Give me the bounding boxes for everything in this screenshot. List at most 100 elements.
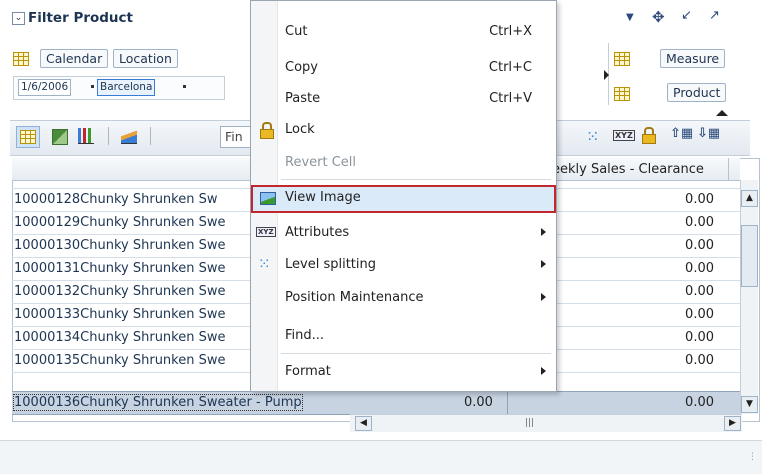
row-value: 0.00 — [685, 395, 714, 410]
maximize-icon[interactable]: ↗ — [709, 8, 720, 23]
grid-icon — [20, 130, 36, 144]
menu-item-lock[interactable]: Lock — [251, 119, 556, 143]
chip-separator — [183, 85, 186, 88]
menu-item-label: Copy — [285, 60, 318, 75]
menu-item-revert-cell: Revert Cell — [251, 152, 556, 176]
submenu-arrow-icon — [541, 260, 546, 268]
collapse-icon[interactable]: ⌄ — [12, 12, 25, 25]
menu-item-label: Paste — [285, 91, 321, 106]
bar-chart-icon[interactable] — [78, 128, 94, 144]
row-label: 10000133Chunky Shrunken Swe — [14, 307, 226, 322]
row-label: 10000130Chunky Shrunken Swe — [14, 238, 226, 253]
row-label: 10000128Chunky Shrunken Sw — [14, 192, 218, 207]
menu-item-label: Format — [285, 364, 331, 379]
measure-button[interactable]: Measure — [660, 49, 726, 68]
row-value: 0.00 — [685, 353, 714, 368]
level-splitting-icon: ⁙ — [258, 255, 271, 273]
menu-item-paste[interactable]: Paste Ctrl+V — [251, 88, 556, 112]
row-value: 0.00 — [464, 395, 493, 410]
row-value: 0.00 — [685, 261, 714, 276]
menu-item-shortcut: Ctrl+V — [489, 91, 532, 106]
row-label: 10000131Chunky Shrunken Swe — [14, 261, 226, 276]
grid-icon — [614, 52, 630, 66]
level-splitting-icon[interactable]: ⁙ — [586, 127, 599, 146]
scroll-up-button[interactable]: ▲ — [741, 190, 758, 207]
calendar-button[interactable]: Calendar — [40, 49, 109, 68]
submenu-arrow-icon — [541, 293, 546, 301]
column-divider — [728, 158, 729, 180]
menu-item-shortcut: Ctrl+X — [489, 24, 532, 39]
resize-grip-icon[interactable]: ⋮ — [748, 452, 757, 462]
area-chart-icon[interactable] — [121, 128, 137, 144]
attributes-icon[interactable]: XYZ — [613, 130, 635, 141]
menu-separator — [281, 353, 551, 354]
find-placeholder: Fin — [225, 129, 243, 144]
location-chip[interactable]: Barcelona — [97, 79, 156, 96]
row-value: 0.00 — [685, 238, 714, 253]
column-header[interactable]: eekly Sales - Clearance — [552, 162, 704, 177]
chip-separator — [91, 85, 94, 88]
attributes-icon: XYZ — [256, 227, 276, 237]
expand-arrow-icon[interactable] — [604, 70, 609, 80]
move-icon[interactable]: ✥ — [652, 8, 665, 26]
scroll-right-button[interactable]: ▶ — [724, 416, 741, 431]
filter-panel-title: Filter Product — [28, 10, 134, 26]
menu-item-copy[interactable]: Copy Ctrl+C — [251, 57, 556, 81]
menu-item-attributes[interactable]: XYZ Attributes — [251, 222, 556, 246]
submenu-arrow-icon — [541, 228, 546, 236]
row-value: 0.00 — [685, 192, 714, 207]
row-value: 0.00 — [685, 307, 714, 322]
vertical-scrollbar[interactable] — [740, 180, 758, 414]
menu-item-view-image[interactable]: View Image — [251, 185, 556, 213]
scroll-thumb[interactable] — [741, 225, 758, 287]
menu-item-cut[interactable]: Cut Ctrl+X — [251, 21, 556, 45]
cell-divider — [507, 392, 508, 414]
row-label: 10000134Chunky Shrunken Swe — [14, 330, 226, 345]
menu-item-label: Level splitting — [285, 257, 376, 272]
context-menu: Cut Ctrl+X Copy Ctrl+C Paste Ctrl+V Lock… — [250, 0, 557, 392]
image-icon — [260, 192, 276, 205]
dropdown-arrow-icon[interactable]: ▼ — [626, 12, 634, 23]
grid-view-icon[interactable] — [16, 126, 40, 148]
row-label: 10000135Chunky Shrunken Swe — [14, 353, 226, 368]
menu-item-label: Attributes — [285, 225, 350, 240]
scroll-down-button[interactable]: ▼ — [741, 396, 758, 413]
sort-ascending-icon[interactable]: ⇧▦ — [670, 126, 693, 141]
horizontal-scrollbar[interactable] — [350, 414, 742, 432]
lock-icon[interactable] — [642, 127, 656, 144]
row-value: 0.00 — [685, 284, 714, 299]
toolbar-divider — [150, 127, 151, 145]
date-chip[interactable]: 1/6/2006 — [18, 79, 72, 96]
scroll-grip-icon: ||| — [525, 418, 535, 428]
row-value: 0.00 — [685, 215, 714, 230]
row-label: 10000136Chunky Shrunken Sweater - Pump — [13, 394, 303, 411]
menu-item-label: Cut — [285, 24, 308, 39]
row-value: 0.00 — [685, 330, 714, 345]
scroll-left-button[interactable]: ◀ — [355, 416, 372, 431]
menu-item-shortcut: Ctrl+C — [488, 60, 532, 75]
menu-item-find[interactable]: Find... — [251, 325, 556, 349]
status-bar — [0, 440, 762, 474]
minimize-icon[interactable]: ↙ — [681, 8, 692, 23]
lock-icon — [260, 122, 274, 139]
selected-table-row[interactable]: 10000136Chunky Shrunken Sweater - Pump 0… — [12, 391, 740, 415]
submenu-arrow-icon — [541, 367, 546, 375]
menu-item-label: Find... — [285, 328, 325, 343]
menu-item-label: Lock — [285, 122, 315, 137]
sort-descending-icon[interactable]: ⇩▦ — [697, 126, 720, 141]
grid-icon — [13, 52, 29, 66]
chart-grid-icon[interactable] — [52, 129, 68, 145]
menu-item-label: Position Maintenance — [285, 290, 424, 305]
menu-item-level-splitting[interactable]: ⁙ Level splitting — [251, 254, 556, 278]
menu-item-position-maintenance[interactable]: Position Maintenance — [251, 287, 556, 311]
location-button[interactable]: Location — [113, 49, 178, 68]
row-label: 10000132Chunky Shrunken Swe — [14, 284, 226, 299]
grid-icon — [614, 87, 630, 101]
menu-separator — [281, 179, 551, 180]
up-arrow-icon[interactable] — [716, 110, 728, 116]
menu-item-format[interactable]: Format — [251, 361, 556, 385]
row-label: 10000129Chunky Shrunken Swe — [14, 215, 226, 230]
product-button[interactable]: Product — [667, 83, 727, 102]
menu-item-label: Revert Cell — [285, 155, 357, 170]
toolbar-divider — [108, 127, 109, 145]
